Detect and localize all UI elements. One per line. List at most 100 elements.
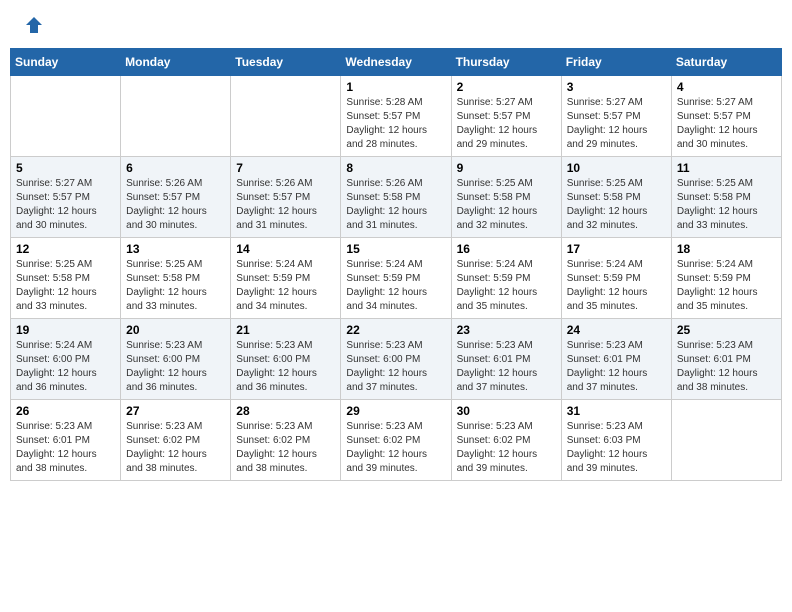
- day-header-tuesday: Tuesday: [231, 49, 341, 76]
- day-number: 18: [677, 242, 776, 256]
- day-number: 25: [677, 323, 776, 337]
- day-info: Sunrise: 5:24 AM Sunset: 5:59 PM Dayligh…: [567, 258, 666, 314]
- day-info: Sunrise: 5:26 AM Sunset: 5:57 PM Dayligh…: [126, 177, 225, 233]
- calendar-day-cell: [671, 400, 781, 481]
- day-info: Sunrise: 5:25 AM Sunset: 5:58 PM Dayligh…: [126, 258, 225, 314]
- calendar-table: SundayMondayTuesdayWednesdayThursdayFrid…: [10, 48, 782, 481]
- day-info: Sunrise: 5:25 AM Sunset: 5:58 PM Dayligh…: [16, 258, 115, 314]
- day-info: Sunrise: 5:27 AM Sunset: 5:57 PM Dayligh…: [457, 96, 556, 152]
- calendar-week-row: 19 Sunrise: 5:24 AM Sunset: 6:00 PM Dayli…: [11, 319, 782, 400]
- calendar-day-cell: 19 Sunrise: 5:24 AM Sunset: 6:00 PM Dayli…: [11, 319, 121, 400]
- day-number: 2: [457, 80, 556, 94]
- calendar-day-cell: [121, 76, 231, 157]
- calendar-day-cell: 24 Sunrise: 5:23 AM Sunset: 6:01 PM Dayli…: [561, 319, 671, 400]
- calendar-day-cell: 7Sunrise: 5:26 AM Sunset: 5:57 PM Daylig…: [231, 157, 341, 238]
- calendar-day-cell: 9Sunrise: 5:25 AM Sunset: 5:58 PM Daylig…: [451, 157, 561, 238]
- day-info: Sunrise: 5:25 AM Sunset: 5:58 PM Dayligh…: [677, 177, 776, 233]
- day-info: Sunrise: 5:24 AM Sunset: 6:00 PM Dayligh…: [16, 339, 115, 395]
- day-number: 12: [16, 242, 115, 256]
- day-number: 8: [346, 161, 445, 175]
- calendar-day-cell: 21 Sunrise: 5:23 AM Sunset: 6:00 PM Dayli…: [231, 319, 341, 400]
- calendar-day-cell: 27Sunrise: 5:23 AM Sunset: 6:02 PM Dayli…: [121, 400, 231, 481]
- calendar-day-cell: 13 Sunrise: 5:25 AM Sunset: 5:58 PM Dayli…: [121, 238, 231, 319]
- page-header: [10, 10, 782, 40]
- calendar-day-cell: 3 Sunrise: 5:27 AM Sunset: 5:57 PM Daylig…: [561, 76, 671, 157]
- calendar-day-cell: 18 Sunrise: 5:24 AM Sunset: 5:59 PM Dayli…: [671, 238, 781, 319]
- day-number: 3: [567, 80, 666, 94]
- calendar-day-cell: 10 Sunrise: 5:25 AM Sunset: 5:58 PM Dayli…: [561, 157, 671, 238]
- logo: [20, 15, 44, 35]
- day-number: 14: [236, 242, 335, 256]
- day-number: 17: [567, 242, 666, 256]
- day-info: Sunrise: 5:23 AM Sunset: 6:02 PM Dayligh…: [236, 420, 335, 476]
- day-number: 7: [236, 161, 335, 175]
- calendar-header-row: SundayMondayTuesdayWednesdayThursdayFrid…: [11, 49, 782, 76]
- calendar-week-row: 5 Sunrise: 5:27 AM Sunset: 5:57 PM Daylig…: [11, 157, 782, 238]
- day-number: 24: [567, 323, 666, 337]
- day-info: Sunrise: 5:23 AM Sunset: 6:01 PM Dayligh…: [567, 339, 666, 395]
- day-number: 9: [457, 161, 556, 175]
- day-number: 22: [346, 323, 445, 337]
- day-info: Sunrise: 5:23 AM Sunset: 6:03 PM Dayligh…: [567, 420, 666, 476]
- calendar-day-cell: 20 Sunrise: 5:23 AM Sunset: 6:00 PM Dayli…: [121, 319, 231, 400]
- day-number: 15: [346, 242, 445, 256]
- day-info: Sunrise: 5:28 AM Sunset: 5:57 PM Dayligh…: [346, 96, 445, 152]
- calendar-day-cell: 26Sunrise: 5:23 AM Sunset: 6:01 PM Dayli…: [11, 400, 121, 481]
- calendar-day-cell: [11, 76, 121, 157]
- calendar-day-cell: 4 Sunrise: 5:27 AM Sunset: 5:57 PM Daylig…: [671, 76, 781, 157]
- day-number: 6: [126, 161, 225, 175]
- calendar-day-cell: 17 Sunrise: 5:24 AM Sunset: 5:59 PM Dayli…: [561, 238, 671, 319]
- calendar-day-cell: [231, 76, 341, 157]
- day-info: Sunrise: 5:23 AM Sunset: 6:01 PM Dayligh…: [677, 339, 776, 395]
- day-info: Sunrise: 5:23 AM Sunset: 6:01 PM Dayligh…: [457, 339, 556, 395]
- day-header-wednesday: Wednesday: [341, 49, 451, 76]
- calendar-day-cell: 30Sunrise: 5:23 AM Sunset: 6:02 PM Dayli…: [451, 400, 561, 481]
- day-header-monday: Monday: [121, 49, 231, 76]
- day-number: 29: [346, 404, 445, 418]
- calendar-day-cell: 29 Sunrise: 5:23 AM Sunset: 6:02 PM Dayli…: [341, 400, 451, 481]
- day-number: 5: [16, 161, 115, 175]
- calendar-day-cell: 23 Sunrise: 5:23 AM Sunset: 6:01 PM Dayli…: [451, 319, 561, 400]
- day-number: 13: [126, 242, 225, 256]
- day-info: Sunrise: 5:26 AM Sunset: 5:58 PM Dayligh…: [346, 177, 445, 233]
- day-number: 4: [677, 80, 776, 94]
- calendar-day-cell: 11Sunrise: 5:25 AM Sunset: 5:58 PM Dayli…: [671, 157, 781, 238]
- day-info: Sunrise: 5:25 AM Sunset: 5:58 PM Dayligh…: [567, 177, 666, 233]
- day-info: Sunrise: 5:27 AM Sunset: 5:57 PM Dayligh…: [16, 177, 115, 233]
- calendar-day-cell: 6 Sunrise: 5:26 AM Sunset: 5:57 PM Daylig…: [121, 157, 231, 238]
- day-number: 1: [346, 80, 445, 94]
- day-info: Sunrise: 5:24 AM Sunset: 5:59 PM Dayligh…: [346, 258, 445, 314]
- calendar-day-cell: 5 Sunrise: 5:27 AM Sunset: 5:57 PM Daylig…: [11, 157, 121, 238]
- day-header-saturday: Saturday: [671, 49, 781, 76]
- day-number: 27: [126, 404, 225, 418]
- day-info: Sunrise: 5:23 AM Sunset: 6:00 PM Dayligh…: [126, 339, 225, 395]
- day-info: Sunrise: 5:23 AM Sunset: 6:01 PM Dayligh…: [16, 420, 115, 476]
- day-info: Sunrise: 5:23 AM Sunset: 6:02 PM Dayligh…: [346, 420, 445, 476]
- calendar-day-cell: 25 Sunrise: 5:23 AM Sunset: 6:01 PM Dayli…: [671, 319, 781, 400]
- day-info: Sunrise: 5:23 AM Sunset: 6:02 PM Dayligh…: [457, 420, 556, 476]
- calendar-day-cell: 8 Sunrise: 5:26 AM Sunset: 5:58 PM Daylig…: [341, 157, 451, 238]
- day-number: 19: [16, 323, 115, 337]
- calendar-day-cell: 1 Sunrise: 5:28 AM Sunset: 5:57 PM Daylig…: [341, 76, 451, 157]
- calendar-day-cell: 2 Sunrise: 5:27 AM Sunset: 5:57 PM Daylig…: [451, 76, 561, 157]
- day-number: 16: [457, 242, 556, 256]
- day-info: Sunrise: 5:27 AM Sunset: 5:57 PM Dayligh…: [677, 96, 776, 152]
- day-info: Sunrise: 5:27 AM Sunset: 5:57 PM Dayligh…: [567, 96, 666, 152]
- day-number: 21: [236, 323, 335, 337]
- calendar-week-row: 1 Sunrise: 5:28 AM Sunset: 5:57 PM Daylig…: [11, 76, 782, 157]
- day-number: 31: [567, 404, 666, 418]
- day-header-sunday: Sunday: [11, 49, 121, 76]
- day-info: Sunrise: 5:24 AM Sunset: 5:59 PM Dayligh…: [236, 258, 335, 314]
- day-number: 20: [126, 323, 225, 337]
- calendar-week-row: 12 Sunrise: 5:25 AM Sunset: 5:58 PM Dayli…: [11, 238, 782, 319]
- day-info: Sunrise: 5:24 AM Sunset: 5:59 PM Dayligh…: [677, 258, 776, 314]
- day-header-thursday: Thursday: [451, 49, 561, 76]
- day-info: Sunrise: 5:23 AM Sunset: 6:00 PM Dayligh…: [236, 339, 335, 395]
- day-number: 10: [567, 161, 666, 175]
- day-info: Sunrise: 5:23 AM Sunset: 6:00 PM Dayligh…: [346, 339, 445, 395]
- calendar-day-cell: 15 Sunrise: 5:24 AM Sunset: 5:59 PM Dayli…: [341, 238, 451, 319]
- day-number: 23: [457, 323, 556, 337]
- calendar-day-cell: 22 Sunrise: 5:23 AM Sunset: 6:00 PM Dayli…: [341, 319, 451, 400]
- calendar-day-cell: 14 Sunrise: 5:24 AM Sunset: 5:59 PM Dayli…: [231, 238, 341, 319]
- logo-icon: [24, 15, 44, 35]
